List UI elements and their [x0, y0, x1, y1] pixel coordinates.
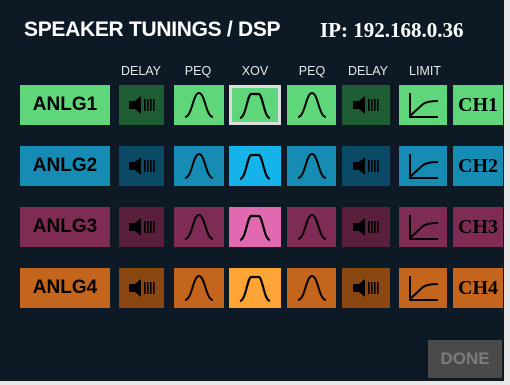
speaker-delay-icon — [351, 155, 381, 177]
crossover-icon — [238, 212, 272, 242]
bell-curve-icon — [296, 273, 328, 303]
peq-button-1[interactable] — [174, 85, 224, 125]
limit-button-1[interactable] — [399, 85, 447, 125]
limit-button-2[interactable] — [399, 146, 447, 186]
output-button-4[interactable]: CH4 — [453, 268, 503, 308]
channel-row-2: ANLG2 CH2 — [0, 146, 510, 186]
delay-button-2[interactable] — [119, 146, 164, 186]
xov-button-4[interactable] — [229, 268, 281, 308]
column-header-delay-2: DELAY — [347, 64, 389, 78]
limit-button-3[interactable] — [399, 207, 447, 247]
column-header-limit: LIMIT — [409, 64, 441, 78]
bell-curve-icon — [183, 90, 215, 120]
input-label: ANLG4 — [32, 277, 98, 298]
channel-row-3: ANLG3 CH3 — [0, 207, 510, 247]
bell-curve-icon — [296, 212, 328, 242]
input-label: ANLG2 — [32, 155, 98, 176]
peq-button-4[interactable] — [174, 268, 224, 308]
delay2-button-1[interactable] — [342, 85, 390, 125]
output-label: CH3 — [458, 215, 498, 238]
bell-curve-icon — [183, 151, 215, 181]
done-button[interactable]: DONE — [428, 340, 502, 378]
output-button-3[interactable]: CH3 — [453, 207, 503, 247]
peq2-button-1[interactable] — [287, 85, 336, 125]
input-button-3[interactable]: ANLG3 — [20, 207, 110, 247]
ip-address: IP: 192.168.0.36 — [320, 18, 464, 42]
bell-curve-icon — [183, 212, 215, 242]
speaker-delay-icon — [127, 155, 157, 177]
input-button-2[interactable]: ANLG2 — [20, 146, 110, 186]
channel-row-4: ANLG4 CH4 — [0, 268, 510, 308]
xov-button-2[interactable] — [229, 146, 281, 186]
page-title: SPEAKER TUNINGS / DSP — [24, 18, 281, 41]
delay2-button-3[interactable] — [342, 207, 390, 247]
input-label: ANLG3 — [32, 216, 98, 237]
bell-curve-icon — [296, 151, 328, 181]
limit-button-4[interactable] — [399, 268, 447, 308]
output-button-2[interactable]: CH2 — [453, 146, 503, 186]
crossover-icon — [238, 151, 272, 181]
xov-button-3[interactable] — [229, 207, 281, 247]
limiter-curve-icon — [406, 90, 440, 120]
bell-curve-icon — [296, 90, 328, 120]
peq-button-2[interactable] — [174, 146, 224, 186]
dsp-screen: SPEAKER TUNINGS / DSP IP: 192.168.0.36 D… — [0, 0, 510, 385]
limiter-curve-icon — [406, 151, 440, 181]
peq2-button-2[interactable] — [287, 146, 336, 186]
speaker-delay-icon — [351, 216, 381, 238]
output-button-1[interactable]: CH1 — [453, 85, 503, 125]
delay2-button-2[interactable] — [342, 146, 390, 186]
peq2-button-3[interactable] — [287, 207, 336, 247]
delay2-button-4[interactable] — [342, 268, 390, 308]
channel-row-1: ANLG1 CH1 — [0, 85, 510, 125]
speaker-delay-icon — [351, 277, 381, 299]
crossover-icon — [238, 90, 272, 120]
input-label: ANLG1 — [32, 94, 98, 115]
speaker-delay-icon — [127, 277, 157, 299]
delay-button-3[interactable] — [119, 207, 164, 247]
speaker-delay-icon — [127, 216, 157, 238]
column-header-delay: DELAY — [120, 64, 162, 78]
bell-curve-icon — [183, 273, 215, 303]
column-header-peq-2: PEQ — [298, 64, 326, 78]
output-label: CH2 — [458, 154, 498, 177]
xov-button-1[interactable] — [229, 85, 281, 125]
speaker-delay-icon — [127, 94, 157, 116]
column-header-xov: XOV — [241, 64, 269, 78]
input-button-1[interactable]: ANLG1 — [20, 85, 110, 125]
delay-button-4[interactable] — [119, 268, 164, 308]
output-label: CH1 — [458, 93, 498, 116]
delay-button-1[interactable] — [119, 85, 164, 125]
input-button-4[interactable]: ANLG4 — [20, 268, 110, 308]
crossover-icon — [238, 273, 272, 303]
limiter-curve-icon — [406, 273, 440, 303]
peq-button-3[interactable] — [174, 207, 224, 247]
output-label: CH4 — [458, 276, 498, 299]
limiter-curve-icon — [406, 212, 440, 242]
peq2-button-4[interactable] — [287, 268, 336, 308]
speaker-delay-icon — [351, 94, 381, 116]
column-header-peq: PEQ — [184, 64, 212, 78]
